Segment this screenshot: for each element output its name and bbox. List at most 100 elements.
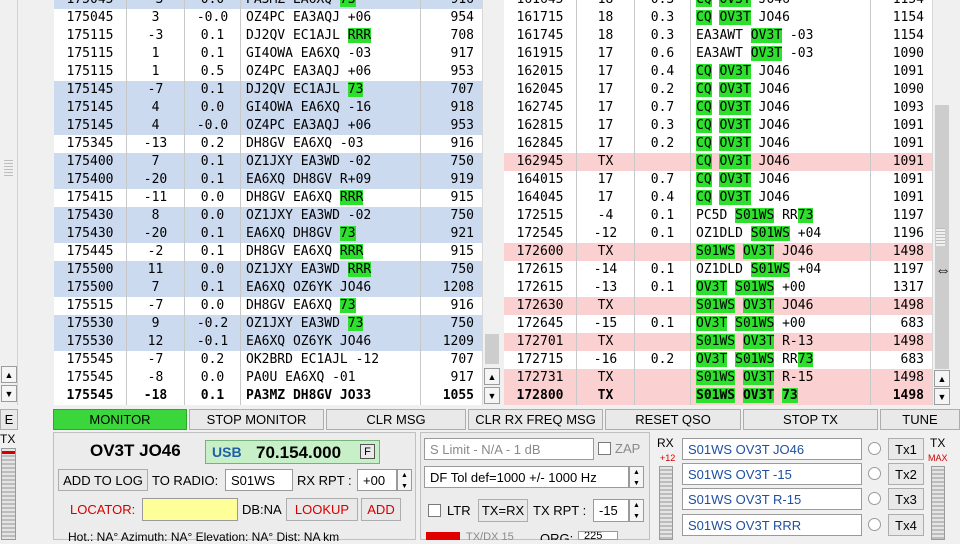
decode-time-cell: 172545 [516,226,564,241]
tx3-message-field[interactable]: S01WS OV3T R-15 [682,488,862,510]
band-activity-scrollbar[interactable]: ▲ ▼ [482,0,501,405]
rx-frequency-scrollbar[interactable]: ▲ ▼ [932,0,951,405]
left-edge-scroll-down-icon[interactable]: ▼ [1,385,17,402]
decode-row[interactable]: 175545 -18 0.1 PA3MZ DH8GV JO33 1055 [54,387,482,405]
decode-row[interactable]: 175445 -2 0.1 DH8GV EA6XQ RRR 915 [54,243,482,261]
decode-row[interactable]: 162015 17 0.4 CQ OV3T JO46 1091 [504,63,932,81]
decode-row[interactable]: 164045 17 0.4 CQ OV3T JO46 1091 [504,189,932,207]
rx-frequency-scroll-up-icon[interactable]: ▲ [934,370,950,387]
decode-row[interactable]: 175400 -20 0.1 EA6XQ DH8GV R+09 919 [54,171,482,189]
decode-row[interactable]: 172645 -15 0.1 OV3T S01WS +00 683 [504,315,932,333]
frequency-f-button[interactable]: F [360,444,375,459]
decode-row[interactable]: 172701 TX S01WS OV3T R-13 1498 [504,333,932,351]
decode-row[interactable]: 175545 -8 0.0 PA0U EA6XQ -01 917 [54,369,482,387]
tx3-button[interactable]: Tx3 [888,488,924,510]
tx-dx-field[interactable]: TX/DX 15 [466,531,526,540]
lookup-button[interactable]: LOOKUP [286,498,358,521]
decode-row[interactable]: 175045-30.0PA3MZ EA6XQ 73916 [54,0,482,9]
locator-field[interactable] [142,498,238,521]
decode-row[interactable]: 175500 7 0.1 EA6XQ OZ6YK JO46 1208 [54,279,482,297]
decode-row[interactable]: 172545 -12 0.1 OZ1DLD S01WS +04 1196 [504,225,932,243]
decode-time-cell: 175115 [66,64,114,79]
decode-row[interactable]: 175415 -11 0.0 DH8GV EA6XQ RRR 915 [54,189,482,207]
decode-row[interactable]: 175115 -3 0.1 DJ2QV EC1AJL RRR 708 [54,27,482,45]
decode-row[interactable]: 172615 -14 0.1 OZ1DLD S01WS +04 1197 [504,261,932,279]
tx-rpt-field[interactable]: -15 [593,499,629,522]
decode-row[interactable]: 175530 9 -0.2 OZ1JXY EA3WD 73 750 [54,315,482,333]
tx3-radio[interactable] [868,492,881,505]
clr-msg-button[interactable]: CLR MSG [326,409,466,430]
decode-row[interactable]: 164015 17 0.7 CQ OV3T JO46 1091 [504,171,932,189]
decode-row[interactable]: 175515 -7 0.0 DH8GV EA6XQ 73 916 [54,297,482,315]
decode-row[interactable]: 175345 -13 0.2 DH8GV EA6XQ -03 916 [54,135,482,153]
to-radio-field[interactable]: S01WS [225,469,293,491]
tx4-button[interactable]: Tx4 [888,514,924,536]
tune-button[interactable]: TUNE [880,409,960,430]
decode-dt-cell: 0.1 [634,261,690,279]
decode-row[interactable]: 175430 -20 0.1 EA6XQ DH8GV 73 921 [54,225,482,243]
tx2-message-field[interactable]: S01WS OV3T -15 [682,463,862,485]
decode-row[interactable]: 161715 18 0.3 CQ OV3T JO46 1154 [504,9,932,27]
decode-row[interactable]: 175430 8 0.0 OZ1JXY EA3WD -02 750 [54,207,482,225]
decode-row[interactable]: 161915 17 0.6 EA3AWT OV3T -03 1090 [504,45,932,63]
tx1-button[interactable]: Tx1 [888,438,924,460]
tx1-radio[interactable] [868,442,881,455]
tx-eq-rx-button[interactable]: TX=RX [478,499,528,522]
tx2-radio[interactable] [868,467,881,480]
decode-row[interactable]: 172715 -16 0.2 OV3T S01WS RR73 683 [504,351,932,369]
decode-row[interactable]: 175145 4 -0.0 OZ4PC EA3AQJ +06 953 [54,117,482,135]
decode-row[interactable]: 175145 -7 0.1 DJ2QV EC1AJL 73 707 [54,81,482,99]
decode-row[interactable]: 161745 18 0.3 EA3AWT OV3T -03 1154 [504,27,932,45]
df-tol-select[interactable]: DF Tol def=1000 +/- 1000 Hz [424,466,629,488]
decode-row[interactable]: 172515 -4 0.1 PC5D S01WS RR73 1197 [504,207,932,225]
zap-checkbox[interactable] [598,442,611,455]
right-edge-grip-icon[interactable] [936,228,945,246]
tx4-radio[interactable] [868,518,881,531]
band-activity-scroll-down-icon[interactable]: ▼ [484,387,500,404]
band-activity-scroll-thumb[interactable] [485,334,499,364]
left-edge-grip-icon[interactable] [4,160,13,178]
decode-row[interactable]: 175045 3 -0.0 OZ4PC EA3AQJ +06 954 [54,9,482,27]
decode-row[interactable]: 175115 1 0.1 GI4OWA EA6XQ -03 917 [54,45,482,63]
tx1-message-field[interactable]: S01WS OV3T JO46 [682,438,862,460]
left-edge-scroll-up-icon[interactable]: ▲ [1,366,17,383]
decode-row[interactable]: 162045 17 0.2 CQ OV3T JO46 1090 [504,81,932,99]
decode-row[interactable]: 172630 TX S01WS OV3T JO46 1498 [504,297,932,315]
decode-row[interactable]: 162845 17 0.2 CQ OV3T JO46 1091 [504,135,932,153]
decode-row[interactable]: 172615 -13 0.1 OV3T S01WS +00 1317 [504,279,932,297]
tx-rpt-spinner[interactable]: ▲ ▼ [629,499,644,522]
tx2-button[interactable]: Tx2 [888,463,924,485]
band-activity-grid[interactable]: 175045-30.0PA3MZ EA6XQ 739161750453-0.0O… [54,0,482,405]
band-activity-scroll-up-icon[interactable]: ▲ [484,368,500,385]
monitor-button[interactable]: MONITOR [53,409,187,430]
decode-row[interactable]: 175530 12 -0.1 EA6XQ OZ6YK JO46 1209 [54,333,482,351]
rx-frequency-scroll-down-icon[interactable]: ▼ [934,388,950,405]
decode-row[interactable]: 172731 TX S01WS OV3T R-15 1498 [504,369,932,387]
decode-row[interactable]: 175500 11 0.0 OZ1JXY EA3WD RRR 750 [54,261,482,279]
decode-row[interactable]: 175115 1 0.5 OZ4PC EA3AQJ +06 953 [54,63,482,81]
decode-row[interactable]: 172600 TX S01WS OV3T JO46 1498 [504,243,932,261]
decode-row[interactable]: 162815 17 0.3 CQ OV3T JO46 1091 [504,117,932,135]
add-button[interactable]: ADD [361,498,401,521]
s-limit-field[interactable]: S Limit - N/A - 1 dB [424,438,594,460]
decode-row[interactable]: 175145 4 0.0 GI4OWA EA6XQ -16 918 [54,99,482,117]
stop-monitor-button[interactable]: STOP MONITOR [189,409,324,430]
decode-row[interactable]: 175400 7 0.1 OZ1JXY EA3WD -02 750 [54,153,482,171]
reset-qso-button[interactable]: RESET QSO [605,409,741,430]
rx-rpt-spinner[interactable]: ▲ ▼ [397,469,412,491]
left-stub-button[interactable]: E [0,409,18,430]
clr-rx-freq-msg-button[interactable]: CLR RX FREQ MSG [468,409,603,430]
df-tol-spinner[interactable]: ▲ ▼ [629,466,644,488]
decode-row[interactable]: 172800 TX S01WS OV3T 73 1498 [504,387,932,405]
decode-row[interactable]: 175545 -7 0.2 OK2BRD EC1AJL -12 707 [54,351,482,369]
stop-tx-button[interactable]: STOP TX [743,409,878,430]
qrg-field[interactable]: 225 [578,531,618,540]
add-to-log-button[interactable]: ADD TO LOG [58,469,148,491]
rx-frequency-grid[interactable]: 161645180.3CQ OV3T JO461154161715180.3CQ… [504,0,932,405]
rx-rpt-field[interactable]: +00 [357,469,397,491]
ltr-checkbox[interactable] [428,504,441,517]
tx4-message-field[interactable]: S01WS OV3T RRR [682,514,862,536]
decode-row[interactable]: 161645180.3CQ OV3T JO461154 [504,0,932,9]
decode-row[interactable]: 162945 TX CQ OV3T JO46 1091 [504,153,932,171]
decode-row[interactable]: 162745 17 0.7 CQ OV3T JO46 1093 [504,99,932,117]
